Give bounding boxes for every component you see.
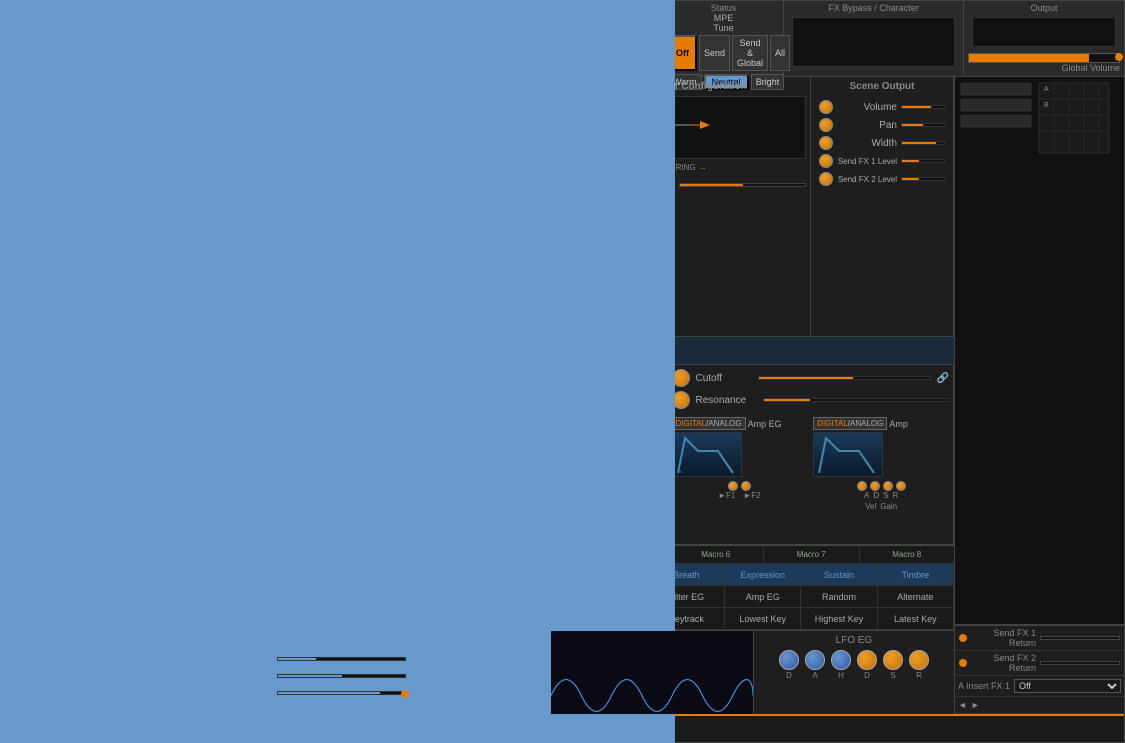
insert-fx-left-icon[interactable]: ◄: [958, 700, 967, 710]
amp-a-knob[interactable]: [857, 481, 867, 491]
width-knob[interactable]: [819, 136, 833, 150]
amp-d-label: D: [873, 491, 879, 500]
fx-bypass-label: FX Bypass / Character: [788, 3, 959, 13]
mod-amp-eg[interactable]: Amp EG: [725, 586, 801, 607]
send-fx1-knob[interactable]: [819, 154, 833, 168]
send-fx1-label: Send FX 1 Level: [837, 157, 897, 166]
tune-label: Tune: [668, 23, 779, 33]
svg-text:A: A: [1044, 86, 1049, 93]
pan-label: Pan: [837, 120, 897, 131]
filter-ring[interactable]: RING: [676, 163, 696, 172]
global-volume-bar[interactable]: [968, 53, 1120, 63]
send-fx1-indicator: [959, 634, 967, 642]
filter2-cutoff-label: Cutoff: [696, 373, 753, 384]
amp-eg-f1-knob[interactable]: [728, 481, 738, 491]
width-label: Width: [837, 138, 897, 149]
mod-latest-key[interactable]: Latest Key: [878, 608, 954, 629]
lfo-eg-h-knob[interactable]: [831, 650, 851, 670]
lfo-eg-a-label: A: [812, 671, 817, 680]
global-volume-label: Global Volume: [968, 63, 1120, 73]
lfo-eg-d2-knob[interactable]: [857, 650, 877, 670]
amp-a-label: A: [864, 491, 869, 500]
send-fx2-return-slider[interactable]: [1040, 661, 1120, 665]
pan-knob[interactable]: [819, 118, 833, 132]
lfo-eg-d-label: D: [786, 671, 792, 680]
status-label: Status: [668, 3, 779, 13]
macro-7[interactable]: Macro 7: [764, 546, 860, 563]
insert-fx-right-icon[interactable]: ►: [971, 700, 980, 710]
vel-label: Vel: [865, 502, 876, 511]
filter2-lock-icon[interactable]: 🔗: [937, 373, 949, 384]
lfo-eg-d-knob[interactable]: [779, 650, 799, 670]
amp-eg-label: Amp EG: [748, 419, 782, 429]
insert-fx-dropdown[interactable]: Off: [1014, 679, 1121, 693]
routing-display: A B: [955, 77, 1124, 625]
mod-lowest-key[interactable]: Lowest Key: [725, 608, 801, 629]
volume-knob[interactable]: [819, 100, 833, 114]
amp-r-label: R: [892, 491, 898, 500]
mod-random[interactable]: Random: [801, 586, 877, 607]
amp-display: [813, 432, 883, 477]
send-global-button[interactable]: Send & Global: [732, 35, 768, 71]
send-button[interactable]: Send: [699, 35, 730, 71]
lfo-eg-s-knob[interactable]: [883, 650, 903, 670]
amp-d-knob[interactable]: [870, 481, 880, 491]
scene-output-title: Scene Output: [815, 81, 949, 92]
send-fx1-return-slider[interactable]: [1040, 636, 1120, 640]
filter-arrow[interactable]: →: [699, 163, 707, 172]
gain-label: Gain: [880, 502, 897, 511]
lfo-waveform-display: 0 s 2.5 s 5 s: [551, 631, 754, 714]
macro-8[interactable]: Macro 8: [860, 546, 955, 563]
amp-label: Amp: [889, 419, 908, 429]
lfo-eg-s-label: S: [890, 671, 895, 680]
lfo-eg-a-knob[interactable]: [805, 650, 825, 670]
lfo-eg-r-knob[interactable]: [909, 650, 929, 670]
lfo-eg-r-label: R: [916, 671, 922, 680]
macro-6[interactable]: Macro 6: [669, 546, 765, 563]
send-fx2-knob[interactable]: [819, 172, 833, 186]
digital-badge-3[interactable]: DIGITAL/ANALOG: [813, 417, 887, 430]
mod-expression[interactable]: Expression: [725, 564, 801, 585]
lfo-eg-d2-label: D: [864, 671, 870, 680]
volume-label: Volume: [837, 102, 897, 113]
mod-alternate[interactable]: Alternate: [878, 586, 954, 607]
mod-sustain[interactable]: Sustain: [801, 564, 877, 585]
send-fx2-indicator: [959, 659, 967, 667]
svg-text:B: B: [1044, 102, 1049, 109]
amp-eg-display: [672, 432, 742, 477]
lfo-eg-title: LFO EG: [758, 635, 950, 646]
amp-r-knob[interactable]: [896, 481, 906, 491]
mod-timbre[interactable]: Timbre: [878, 564, 954, 585]
amp-eg-f2-label: ►F2: [743, 491, 760, 500]
output-label: Output: [968, 3, 1120, 13]
send-fx1-return-label: Send FX 1 Return: [971, 628, 1036, 648]
digital-badge-2[interactable]: DIGITAL/ANALOG: [672, 417, 746, 430]
amp-eg-f1-label: ►F1: [718, 491, 735, 500]
lfo-eg-h-label: H: [838, 671, 844, 680]
filter2-resonance-label: Resonance: [696, 395, 757, 406]
mpe-label: MPE: [668, 13, 779, 23]
send-fx2-label: Send FX 2 Level: [837, 175, 897, 184]
amp-s-knob[interactable]: [883, 481, 893, 491]
insert-fx-label: A Insert FX 1: [958, 681, 1010, 691]
mod-highest-key[interactable]: Highest Key: [801, 608, 877, 629]
send-fx2-return-label: Send FX 2 Return: [971, 653, 1036, 673]
amp-eg-f2-knob[interactable]: [741, 481, 751, 491]
amp-s-label: S: [883, 491, 888, 500]
